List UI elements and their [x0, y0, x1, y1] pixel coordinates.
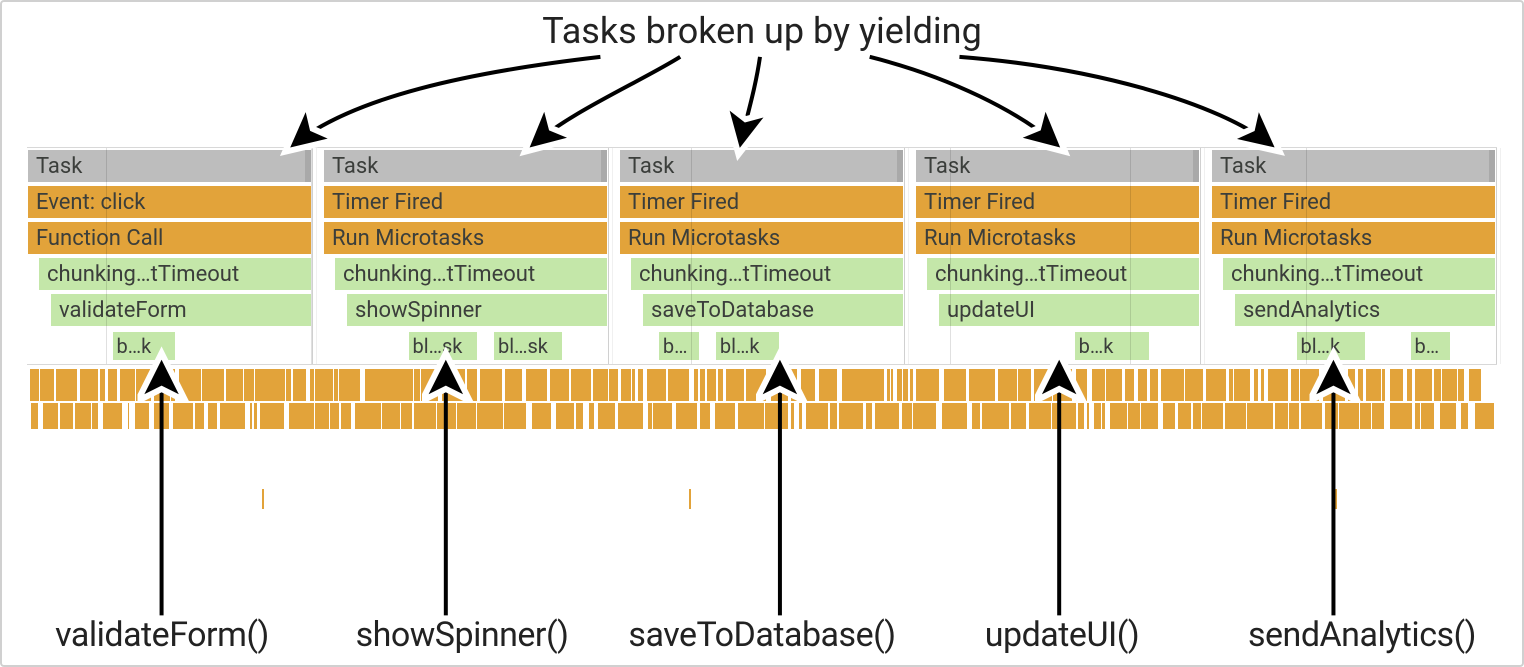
event-bar[interactable]: Timer Fired: [1212, 186, 1495, 218]
flame-chart: Task Event: click Function Call chunking…: [27, 147, 1497, 469]
diagram-title: Tasks broken up by yielding: [2, 10, 1522, 52]
task-column: Task Timer Fired Run Microtasks chunking…: [323, 148, 609, 364]
event-bar[interactable]: Timer Fired: [620, 186, 903, 218]
chip-row: b…k: [915, 328, 1200, 364]
work-bar[interactable]: showSpinner: [347, 294, 607, 326]
bottom-label: updateUI(): [912, 615, 1212, 655]
chip[interactable]: bl…k: [1297, 332, 1365, 360]
event-bar[interactable]: Timer Fired: [916, 186, 1199, 218]
function-bar[interactable]: Function Call: [28, 222, 311, 254]
chip[interactable]: b…k: [113, 332, 176, 360]
chip[interactable]: b…k: [1075, 332, 1149, 360]
function-bar[interactable]: Run Microtasks: [620, 222, 903, 254]
task-column: Task Timer Fired Run Microtasks chunking…: [619, 148, 905, 364]
chunking-bar[interactable]: chunking…tTimeout: [927, 258, 1199, 290]
task-bar[interactable]: Task: [1212, 150, 1495, 182]
task-column: Task Timer Fired Run Microtasks chunking…: [1211, 148, 1497, 364]
event-bar[interactable]: Timer Fired: [324, 186, 607, 218]
chip-row: bl…sk bl…sk: [323, 328, 608, 364]
event-bar[interactable]: Event: click: [28, 186, 311, 218]
barcode-row: [27, 403, 1497, 429]
function-bar[interactable]: Run Microtasks: [916, 222, 1199, 254]
bottom-label: validateForm(): [12, 615, 312, 655]
task-bar[interactable]: Task: [620, 150, 903, 182]
chunking-bar[interactable]: chunking…tTimeout: [1223, 258, 1495, 290]
chip[interactable]: bl…sk: [494, 332, 562, 360]
work-bar[interactable]: validateForm: [51, 294, 311, 326]
chip-row: b…k: [27, 328, 312, 364]
task-column: Task Event: click Function Call chunking…: [27, 148, 313, 364]
chip[interactable]: b…: [1411, 332, 1451, 360]
bottom-label: showSpinner(): [312, 615, 612, 655]
work-bar[interactable]: updateUI: [939, 294, 1199, 326]
task-column: Task Timer Fired Run Microtasks chunking…: [915, 148, 1201, 364]
task-bar[interactable]: Task: [324, 150, 607, 182]
task-bar[interactable]: Task: [916, 150, 1199, 182]
function-bar[interactable]: Run Microtasks: [324, 222, 607, 254]
chip[interactable]: bl…k: [716, 332, 779, 360]
barcode-row: [27, 369, 1497, 401]
work-bar[interactable]: saveToDatabase: [643, 294, 903, 326]
bottom-label: sendAnalytics(): [1212, 615, 1512, 655]
bottom-labels: validateForm() showSpinner() saveToDatab…: [12, 615, 1512, 655]
chunking-bar[interactable]: chunking…tTimeout: [631, 258, 903, 290]
bottom-label: saveToDatabase(): [612, 615, 912, 655]
task-bar[interactable]: Task: [28, 150, 311, 182]
function-bar[interactable]: Run Microtasks: [1212, 222, 1495, 254]
chip[interactable]: b…: [659, 332, 699, 360]
chip[interactable]: bl…sk: [409, 332, 477, 360]
work-bar[interactable]: sendAnalytics: [1235, 294, 1495, 326]
chip-row: bl…k b…: [1211, 328, 1496, 364]
chip-row: b… bl…k: [619, 328, 904, 364]
chunking-bar[interactable]: chunking…tTimeout: [335, 258, 607, 290]
chunking-bar[interactable]: chunking…tTimeout: [39, 258, 311, 290]
